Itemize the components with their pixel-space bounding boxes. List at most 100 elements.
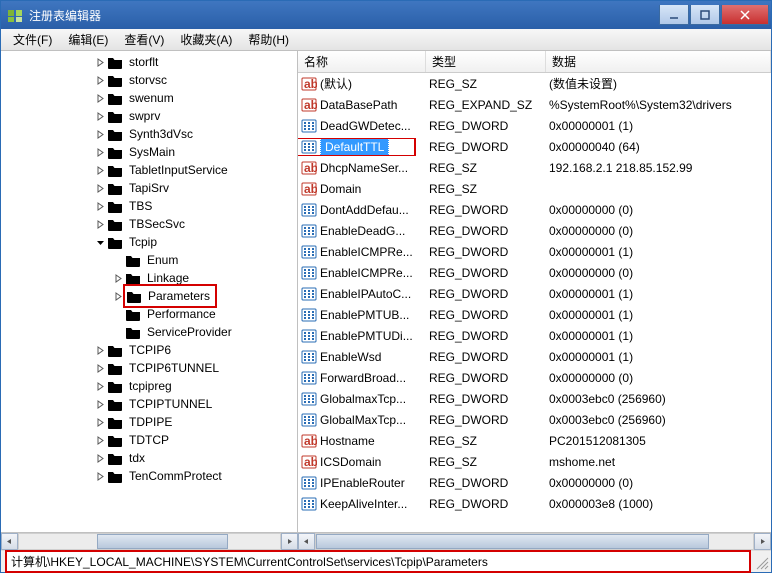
tree-item-label: TCPIPTUNNEL [125,395,216,413]
binary-value-icon [301,286,317,302]
tree-item[interactable]: TCPIP6TUNNEL [3,359,297,377]
registry-value-row[interactable]: GlobalMaxTcp...REG_DWORD0x0003ebc0 (2569… [298,409,771,430]
tree-scroll-right-button[interactable] [281,533,298,550]
chevron-right-icon[interactable] [93,202,107,211]
registry-value-row[interactable]: EnableICMPRe...REG_DWORD0x00000000 (0) [298,262,771,283]
tree-item[interactable]: tcpipreg [3,377,297,395]
chevron-right-icon[interactable] [93,94,107,103]
tree-item[interactable]: TCPIP6 [3,341,297,359]
chevron-right-icon[interactable] [93,418,107,427]
tree-item[interactable]: TCPIPTUNNEL [3,395,297,413]
list-scroll-right-button[interactable] [754,533,771,550]
value-type: REG_DWORD [426,476,546,490]
menu-edit[interactable]: 编辑(E) [60,29,116,50]
registry-value-row[interactable]: EnablePMTUDi...REG_DWORD0x00000001 (1) [298,325,771,346]
minimize-button[interactable] [659,5,689,25]
tree-scroll-left-button[interactable] [1,533,18,550]
value-data: mshome.net [546,455,771,469]
registry-value-row[interactable]: KeepAliveInter...REG_DWORD0x000003e8 (10… [298,493,771,514]
tree-horizontal-scrollbar[interactable] [18,533,281,550]
tree-pane[interactable]: storfltstorvscswenumswprvSynth3dVscSysMa… [1,51,298,532]
resize-grip[interactable] [753,554,769,570]
tree-item[interactable]: tdx [3,449,297,467]
binary-value-icon [301,412,317,428]
registry-value-row[interactable]: DeadGWDetec...REG_DWORD0x00000001 (1) [298,115,771,136]
binary-value-icon [301,139,317,155]
chevron-right-icon[interactable] [93,346,107,355]
tree-item[interactable]: TDPIPE [3,413,297,431]
menu-help[interactable]: 帮助(H) [240,29,297,50]
registry-value-row[interactable]: EnableWsdREG_DWORD0x00000001 (1) [298,346,771,367]
chevron-right-icon[interactable] [93,166,107,175]
registry-value-row[interactable]: ICSDomainREG_SZmshome.net [298,451,771,472]
close-button[interactable] [721,5,769,25]
registry-value-row[interactable]: ForwardBroad...REG_DWORD0x00000000 (0) [298,367,771,388]
list-scroll-left-button[interactable] [298,533,315,550]
tree-item[interactable]: swprv [3,107,297,125]
registry-value-row[interactable]: EnableIPAutoC...REG_DWORD0x00000001 (1) [298,283,771,304]
tree-item-label: swenum [125,89,178,107]
tree-item[interactable]: TBS [3,197,297,215]
value-type: REG_SZ [426,77,546,91]
tree-item[interactable]: TapiSrv [3,179,297,197]
tree-item[interactable]: Synth3dVsc [3,125,297,143]
registry-value-row[interactable]: (默认)REG_SZ(数值未设置) [298,73,771,94]
chevron-right-icon[interactable] [93,148,107,157]
column-header-name[interactable]: 名称 [298,51,426,72]
chevron-right-icon[interactable] [93,454,107,463]
folder-icon [107,55,123,69]
tree-item[interactable]: Enum [3,251,297,269]
tree-item[interactable]: TabletInputService [3,161,297,179]
tree-item-label: Performance [143,305,220,323]
maximize-button[interactable] [690,5,720,25]
status-path: 计算机\HKEY_LOCAL_MACHINE\SYSTEM\CurrentCon… [5,550,751,573]
chevron-right-icon[interactable] [93,112,107,121]
registry-value-row[interactable]: DataBasePathREG_EXPAND_SZ%SystemRoot%\Sy… [298,94,771,115]
menu-view[interactable]: 查看(V) [116,29,172,50]
column-header-data[interactable]: 数据 [546,51,771,72]
chevron-right-icon[interactable] [93,364,107,373]
folder-icon [107,109,123,123]
registry-value-row[interactable]: GlobalmaxTcp...REG_DWORD0x0003ebc0 (2569… [298,388,771,409]
chevron-right-icon[interactable] [93,76,107,85]
menu-favorites[interactable]: 收藏夹(A) [172,29,240,50]
chevron-right-icon[interactable] [93,130,107,139]
registry-value-row[interactable]: DomainREG_SZ [298,178,771,199]
registry-value-row[interactable]: IPEnableRouterREG_DWORD0x00000000 (0) [298,472,771,493]
tree-item[interactable]: storflt [3,53,297,71]
list-horizontal-scrollbar[interactable] [315,533,754,550]
titlebar[interactable]: 注册表编辑器 [1,1,771,29]
column-header-type[interactable]: 类型 [426,51,546,72]
chevron-right-icon[interactable] [93,382,107,391]
tree-item[interactable]: TBSecSvc [3,215,297,233]
registry-value-row[interactable]: HostnameREG_SZPC201512081305 [298,430,771,451]
tree-item[interactable]: Parameters [3,287,297,305]
registry-value-row[interactable]: EnableDeadG...REG_DWORD0x00000000 (0) [298,220,771,241]
chevron-right-icon[interactable] [111,274,125,283]
tree-item[interactable]: Performance [3,305,297,323]
chevron-right-icon[interactable] [93,58,107,67]
chevron-right-icon[interactable] [93,184,107,193]
tree-item[interactable]: TDTCP [3,431,297,449]
list-pane[interactable]: 名称 类型 数据 (默认)REG_SZ(数值未设置)DataBasePathRE… [298,51,771,532]
registry-value-row[interactable]: DefaultTTLREG_DWORD0x00000040 (64) [298,136,771,157]
chevron-down-icon[interactable] [93,238,107,247]
registry-value-row[interactable]: EnableICMPRe...REG_DWORD0x00000001 (1) [298,241,771,262]
chevron-right-icon[interactable] [93,400,107,409]
chevron-right-icon[interactable] [93,220,107,229]
menu-file[interactable]: 文件(F) [5,29,60,50]
tree-item[interactable]: swenum [3,89,297,107]
tree-item[interactable]: ServiceProvider [3,323,297,341]
chevron-right-icon[interactable] [93,472,107,481]
tree-item[interactable]: storvsc [3,71,297,89]
value-type: REG_DWORD [426,119,546,133]
value-data: 0x0003ebc0 (256960) [546,413,771,427]
tree-item[interactable]: Tcpip [3,233,297,251]
tree-item[interactable]: TenCommProtect [3,467,297,485]
registry-value-row[interactable]: EnablePMTUB...REG_DWORD0x00000001 (1) [298,304,771,325]
chevron-right-icon[interactable] [93,436,107,445]
tree-item[interactable]: SysMain [3,143,297,161]
registry-value-row[interactable]: DhcpNameSer...REG_SZ192.168.2.1 218.85.1… [298,157,771,178]
binary-value-icon [301,202,317,218]
registry-value-row[interactable]: DontAddDefau...REG_DWORD0x00000000 (0) [298,199,771,220]
